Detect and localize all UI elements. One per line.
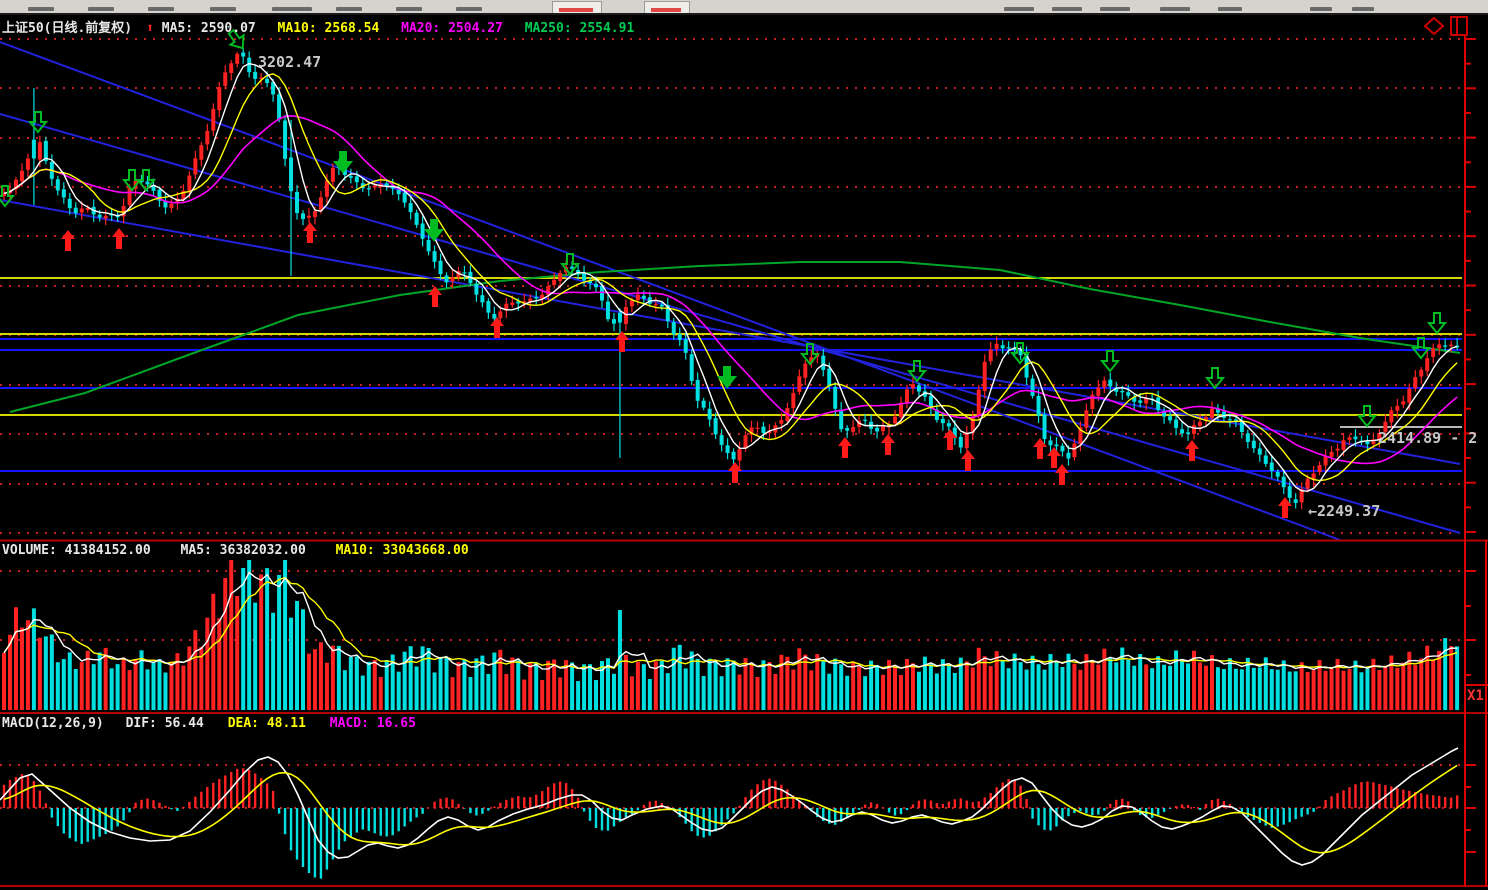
buy-arrow-marker	[838, 437, 852, 458]
symbol-title: 上证50(日线.前复权)	[2, 21, 132, 36]
sell-arrow-marker	[335, 152, 351, 172]
chart-canvas[interactable]	[0, 0, 1488, 890]
buy-arrow-marker	[1055, 464, 1069, 485]
peak-price-label: 3202.47	[258, 53, 321, 71]
volume-ma5-value: MA5: 36382032.00	[181, 543, 306, 558]
macd-value: MACD: 16.65	[330, 716, 416, 731]
macd-title: MACD(12,26,9)	[2, 716, 104, 731]
tdx-app-window: 上证50(日线.前复权) ⬆ MA5: 2590.07 MA10: 2568.54…	[0, 0, 1488, 890]
low-price-label: ←2249.37	[1308, 502, 1380, 520]
diamond-icon[interactable]	[1425, 18, 1443, 34]
buy-arrow-marker	[881, 434, 895, 455]
up-arrow-icon: ⬆	[146, 21, 154, 36]
x1-zoom-label: X1	[1467, 688, 1484, 704]
sell-arrow-marker	[1429, 313, 1445, 333]
ma250-value: MA250: 2554.91	[525, 21, 635, 36]
support-price-label: 2414.89 - 2	[1378, 429, 1477, 447]
buy-arrow-marker	[961, 450, 975, 471]
dif-value: DIF: 56.44	[126, 716, 204, 731]
volume-pane-header: VOLUME: 41384152.00 MA5: 36382032.00 MA1…	[2, 543, 469, 558]
ma20-value: MA20: 2504.27	[401, 21, 503, 36]
buy-arrow-marker	[112, 228, 126, 249]
main-pane-header: 上证50(日线.前复权) ⬆ MA5: 2590.07 MA10: 2568.54…	[2, 17, 634, 36]
sell-arrow-marker	[1102, 351, 1118, 371]
buy-arrow-marker	[1047, 447, 1061, 468]
dea-value: DEA: 48.11	[228, 716, 306, 731]
buy-arrow-marker	[303, 222, 317, 243]
split-window-icon[interactable]	[1451, 17, 1467, 35]
macd-pane-header: MACD(12,26,9) DIF: 56.44 DEA: 48.11 MACD…	[2, 716, 416, 731]
volume-ma10-value: MA10: 33043668.00	[336, 543, 469, 558]
ma10-value: MA10: 2568.54	[278, 21, 380, 36]
sell-arrow-marker	[30, 112, 46, 132]
pane-icons	[1424, 16, 1472, 40]
ma5-value: MA5: 2590.07	[162, 21, 256, 36]
volume-value: VOLUME: 41384152.00	[2, 543, 151, 558]
buy-arrow-marker	[61, 230, 75, 251]
